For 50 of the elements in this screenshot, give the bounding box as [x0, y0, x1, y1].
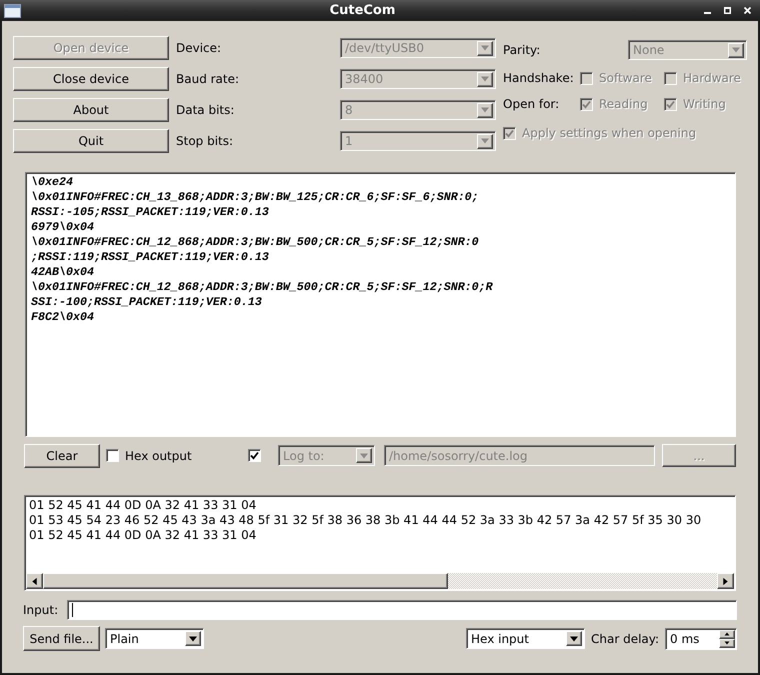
spin-box[interactable]: 0 ms — [665, 628, 737, 650]
output-line: \0x01INFO#FREC:CH_13_868;ADDR:3;BW:BW_125;CR:CR_6;SF:SF_6;SNR:0; — [31, 190, 479, 205]
output-line: SSI:-100;RSSI_PACKET:119;VER:0.13 — [31, 295, 262, 310]
device-button[interactable]: Quit — [13, 129, 169, 153]
hex-line: 01 52 45 41 44 0D 0A 32 41 33 31 04 — [29, 528, 256, 543]
field-label: Baud rate: — [175, 71, 240, 88]
spin-up-icon[interactable] — [719, 630, 735, 638]
output-line: 6979\0x04 — [31, 220, 94, 235]
close-icon[interactable] — [744, 7, 751, 14]
output-line: F8C2\0x04 — [31, 310, 94, 325]
output-text-area[interactable] — [25, 172, 736, 437]
scroll-left-icon[interactable] — [26, 573, 43, 589]
field-label: Char delay: — [591, 630, 660, 648]
output-line: 42AB\0x04 — [31, 265, 94, 280]
output-line: RSSI:-105;RSSI_PACKET:119;VER:0.13 — [31, 205, 269, 220]
output-line: \0x01INFO#FREC:CH_12_868;ADDR:3;BW:BW_500;CR:CR_5;SF:SF_12;SNR:0;R — [31, 280, 493, 295]
checkbox-label[interactable]: Hex output — [125, 446, 192, 464]
output-line: \0x01INFO#FREC:CH_12_868;ADDR:3;BW:BW_500;CR:CR_5;SF:SF_12;SNR:0 — [31, 235, 479, 250]
maximize-icon[interactable] — [724, 7, 731, 14]
caret-icon[interactable] — [185, 631, 201, 646]
field-label: Data bits: — [175, 102, 236, 119]
checkbox[interactable] — [248, 449, 261, 462]
checkmark-icon — [505, 128, 514, 138]
app-window-icon — [4, 4, 21, 18]
field-label: Open for: — [503, 96, 560, 113]
hex-line: 01 53 45 54 23 46 52 45 43 3a 43 48 5f 31 32 5f 38 36 38 3b 41 44 44 52 3a 33 3b 42 57 3a 42 57 5f 35 30 30 — [29, 513, 702, 528]
hex-line: 01 52 45 41 44 0D 0A 32 41 33 31 04 — [29, 498, 256, 513]
dropdown[interactable]: Hex input — [466, 628, 585, 649]
device-button[interactable]: Close device — [13, 67, 169, 91]
field-label: Device: — [175, 40, 222, 57]
checkmark-icon — [582, 100, 591, 108]
checkbox[interactable] — [106, 449, 119, 462]
clear-button[interactable]: Clear — [24, 444, 100, 468]
field-label: Input: — [23, 602, 60, 619]
field-label: Parity: — [503, 42, 542, 59]
input-field[interactable] — [67, 600, 737, 620]
window-title: CuteCom — [330, 2, 396, 20]
field-label: Stop bits: — [175, 133, 234, 150]
checkmark-icon — [250, 451, 259, 460]
output-line: ;RSSI:119;RSSI_PACKET:119;VER:0.13 — [31, 250, 269, 265]
output-line: \0xe24 — [31, 175, 73, 190]
device-button[interactable]: About — [13, 98, 169, 122]
send-file-button[interactable]: Send file... — [23, 626, 100, 651]
scroll-right-icon[interactable] — [717, 573, 734, 589]
checkmark-icon — [666, 100, 675, 108]
field-label: Handshake: — [503, 70, 575, 87]
dropdown[interactable]: Plain — [105, 628, 204, 649]
hex-text-area[interactable]: 01 52 45 41 44 0D 0A 32 41 33 31 04 01 53 45 54 23 46 52 45 43 3a 43 48 5f 31 32 5f 38 36 38 3b 41 44 44 52 3a 33 3b 42 57 3a 42 57 5f 35 30 30 01 52 45 41 44 0D 0A 32 41 33 31 04 — [24, 495, 736, 591]
caret-icon[interactable] — [566, 631, 582, 646]
scrollbar-thumb[interactable] — [43, 573, 448, 589]
